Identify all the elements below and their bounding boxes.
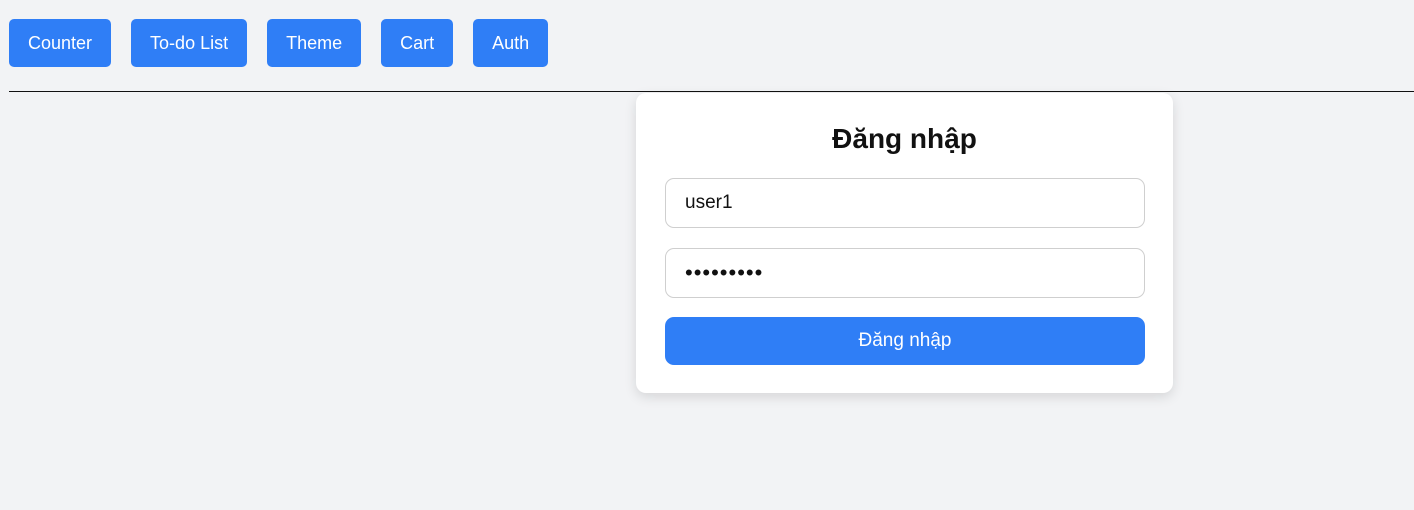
divider [9,91,1414,92]
login-card: Đăng nhập Đăng nhập [636,93,1173,393]
username-field[interactable] [665,178,1145,228]
login-submit-button[interactable]: Đăng nhập [665,317,1145,365]
login-title: Đăng nhập [832,123,977,154]
nav-cart-button[interactable]: Cart [381,19,454,67]
nav-counter-button[interactable]: Counter [9,19,112,67]
nav-todo-list-button[interactable]: To-do List [131,19,248,67]
nav-theme-button[interactable]: Theme [267,19,362,67]
nav-auth-button[interactable]: Auth [473,19,549,67]
top-nav: Counter To-do List Theme Cart Auth [9,19,549,67]
password-field[interactable] [665,248,1145,298]
